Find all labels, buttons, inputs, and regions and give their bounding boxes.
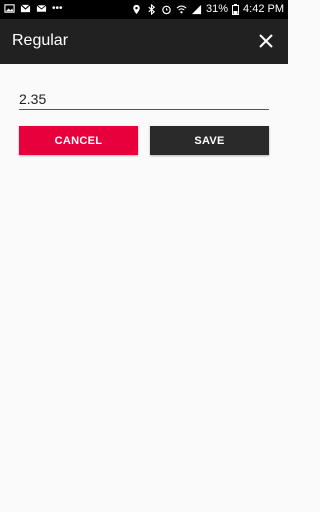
status-right: 31% 4:42 PM <box>131 3 284 15</box>
signal-icon <box>191 4 202 14</box>
wifi-icon <box>176 5 187 13</box>
page-title: Regular <box>12 32 69 49</box>
status-bar: ••• 31% 4:42 PM <box>0 0 288 19</box>
cancel-button[interactable]: CANCEL <box>19 126 138 155</box>
close-button[interactable] <box>252 27 280 55</box>
battery-icon <box>232 3 240 15</box>
more-icon: ••• <box>52 3 63 14</box>
clock: 4:42 PM <box>243 3 284 15</box>
close-icon <box>259 34 273 48</box>
email-icon <box>36 4 47 12</box>
bluetooth-icon <box>148 3 156 15</box>
save-button[interactable]: SAVE <box>150 126 269 155</box>
photo-icon <box>4 4 15 13</box>
location-icon <box>133 4 140 14</box>
toolbar: Regular <box>0 19 288 64</box>
battery-percent: 31% <box>206 3 229 15</box>
value-input[interactable] <box>19 88 269 110</box>
status-left: ••• <box>4 3 63 14</box>
gmail-icon <box>20 4 31 13</box>
alarm-icon <box>162 5 171 14</box>
